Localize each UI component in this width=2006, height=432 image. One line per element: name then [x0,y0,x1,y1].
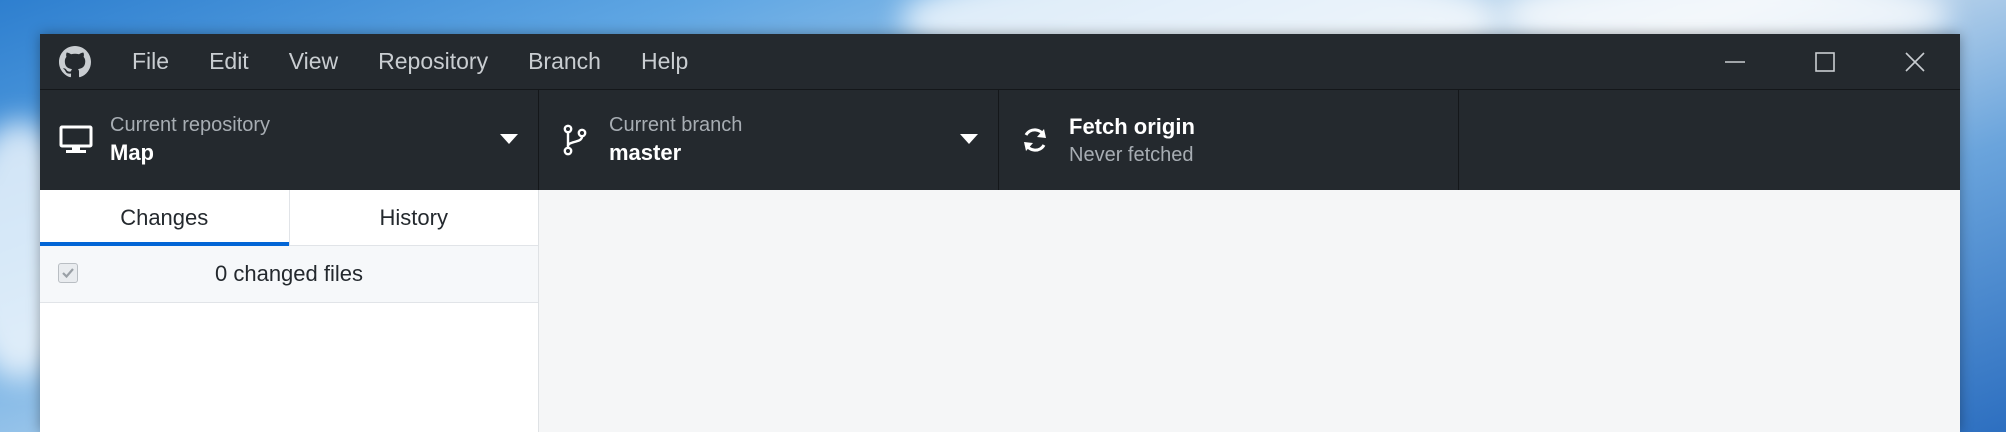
changed-files-count: 0 changed files [215,261,363,286]
repository-selector[interactable]: Current repository Map [40,90,539,190]
minimize-icon [1725,60,1745,63]
close-button[interactable] [1870,34,1960,89]
chevron-down-icon [500,134,518,144]
git-branch-icon [555,124,595,156]
chevron-down-icon [960,134,978,144]
sidebar: Changes History 0 changed files [40,190,539,432]
title-bar: File Edit View Repository Branch Help [40,34,1960,89]
changes-header: 0 changed files [40,246,538,303]
sync-icon [1015,125,1055,155]
branch-name: master [609,140,682,165]
checkmark-icon [62,268,74,279]
select-all-checkbox[interactable] [58,263,78,283]
maximize-button[interactable] [1780,34,1870,89]
maximize-icon [1815,51,1835,72]
menu-edit[interactable]: Edit [189,34,269,89]
menu-help[interactable]: Help [621,34,708,89]
menu-file[interactable]: File [112,34,189,89]
window-controls [1690,34,1960,89]
toolbar: Current repository Map Current branch ma… [40,89,1960,190]
fetch-origin-button[interactable]: Fetch origin Never fetched [999,90,1459,190]
app-window: File Edit View Repository Branch Help Cu… [40,34,1960,432]
tab-changes[interactable]: Changes [40,190,289,246]
menu-branch[interactable]: Branch [508,34,621,89]
repository-name: Map [110,140,154,165]
fetch-origin-label: Fetch origin [1069,114,1195,139]
menu-view[interactable]: View [269,34,358,89]
minimize-button[interactable] [1690,34,1780,89]
branch-selector[interactable]: Current branch master [539,90,999,190]
fetch-status: Never fetched [1069,144,1194,166]
github-icon [58,45,92,79]
menu-repository[interactable]: Repository [358,34,508,89]
tab-history[interactable]: History [288,190,539,245]
sidebar-tabs: Changes History [40,190,538,246]
repository-label: Current repository [110,114,271,136]
main-content [539,190,1960,432]
close-icon [1905,51,1925,72]
branch-label: Current branch [609,114,743,136]
desktop-icon [56,125,96,155]
